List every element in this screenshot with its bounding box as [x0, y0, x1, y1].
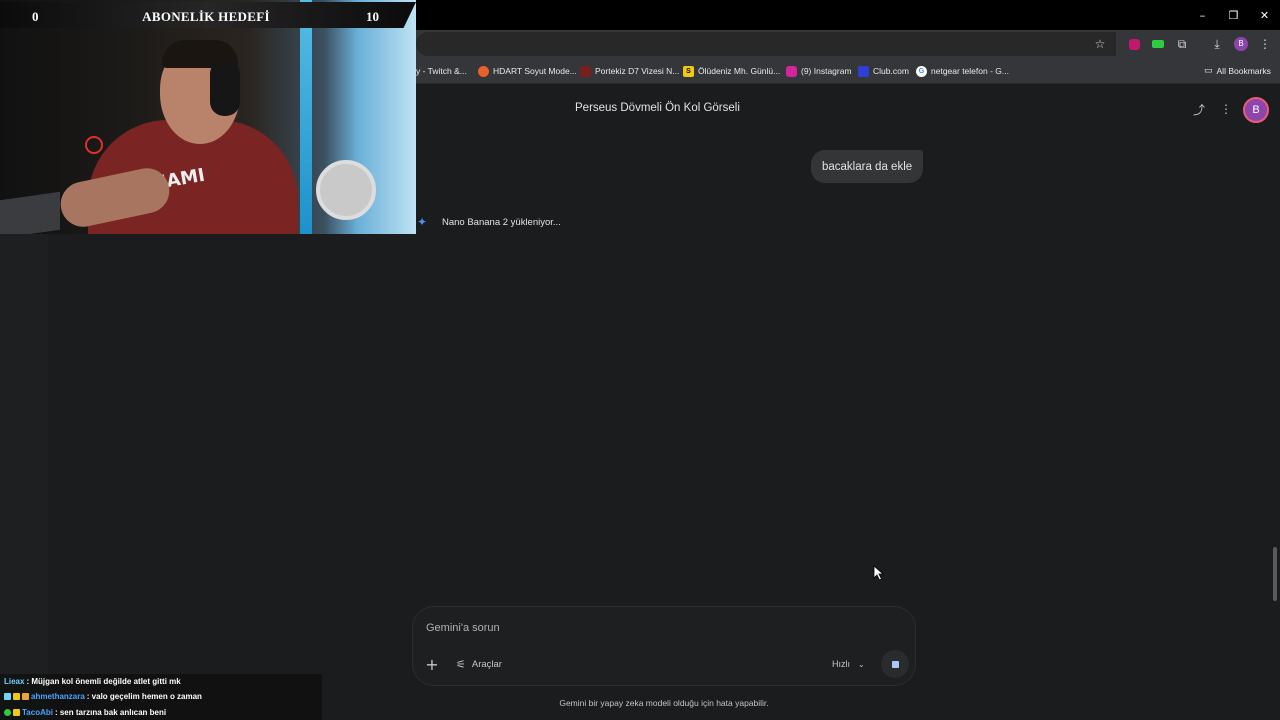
badge-icon	[4, 708, 11, 716]
scrollbar-thumb[interactable]	[1273, 547, 1277, 601]
stop-button[interactable]	[881, 650, 909, 678]
profile-avatar[interactable]: B	[1233, 36, 1249, 52]
bookmark-item[interactable]: Club.com	[858, 64, 909, 78]
prompt-input[interactable]	[426, 620, 886, 636]
chat-message: ahmethanzara : valo geçelim hemen o zama…	[4, 690, 202, 702]
badge-icon	[22, 692, 29, 700]
keyboard	[0, 191, 60, 234]
badge-icon	[13, 692, 20, 700]
s-icon: S	[683, 65, 694, 77]
download-icon[interactable]: ⤓	[1209, 36, 1225, 52]
model-selector[interactable]: Hızlı ⌄	[832, 655, 865, 673]
window-controls: – ❐ ✕	[1187, 0, 1280, 30]
model-loading: ✦ Nano Banana 2 yükleniyor...	[416, 214, 561, 230]
led-light	[300, 0, 312, 234]
account-avatar[interactable]: B	[1243, 97, 1269, 123]
extension-icon[interactable]	[1126, 36, 1142, 52]
goal-target: 10	[366, 9, 379, 24]
add-attachment-button[interactable]: +	[423, 654, 441, 674]
bookmark-item[interactable]: Portekiz D7 Vizesi N...	[580, 64, 679, 78]
chat-title: Perseus Dövmeli Ön Kol Görseli	[575, 102, 740, 114]
microphone-light	[85, 136, 103, 154]
gemini-spark-icon: ✦	[416, 215, 428, 229]
badge-icon	[4, 692, 11, 700]
model-label: Hızlı	[832, 659, 850, 669]
screen: { "browser": { "window_controls": { "min…	[0, 0, 1280, 720]
star-icon[interactable]: ☆	[1092, 36, 1108, 52]
chat-username: ahmethanzara	[31, 691, 85, 701]
chat-text: : valo geçelim hemen o zaman	[86, 691, 202, 701]
puzzle-icon[interactable]: ⧉	[1174, 36, 1190, 52]
headphones	[210, 60, 240, 116]
bookmark-label: Club.com	[873, 66, 909, 76]
chat-text: : Müjgan kol önemli değilde atlet gitti …	[26, 676, 181, 686]
chat-message: Lieax : Müjgan kol önemli değilde atlet …	[4, 675, 181, 687]
bookmark-label: y - Twitch &...	[416, 66, 467, 76]
bookmark-label: Ölüdeniz Mh. Günlü...	[698, 66, 781, 76]
webcam-overlay: MIAMI ABONELİK HEDEFİ 0 10	[0, 0, 416, 234]
bookmark-label: netgear telefon - G...	[931, 66, 1009, 76]
chat-text: : sen tarzına bak anlıcan beni	[54, 707, 167, 717]
bookmark-item[interactable]: S Ölüdeniz Mh. Günlü...	[683, 64, 780, 78]
bookmark-item[interactable]: HDART Soyut Mode...	[478, 64, 577, 78]
google-icon: G	[916, 65, 927, 77]
badge-icon	[13, 708, 20, 716]
goal-current: 0	[32, 9, 39, 24]
mouse-cursor-icon	[873, 565, 885, 581]
all-bookmarks-label: All Bookmarks	[1216, 66, 1271, 76]
close-button[interactable]: ✕	[1249, 0, 1280, 30]
sliders-icon: ⚟	[456, 657, 466, 671]
club-icon	[858, 65, 869, 77]
chat-message: TacoAbi : sen tarzına bak anlıcan beni	[4, 706, 166, 718]
all-bookmarks-button[interactable]: ▭ All Bookmarks	[1204, 64, 1271, 78]
plus-icon: +	[425, 654, 439, 674]
bookmark-item[interactable]: y - Twitch &...	[416, 64, 467, 78]
folder-icon: ▭	[1204, 66, 1213, 76]
share-icon[interactable]: ⤴	[1191, 101, 1207, 117]
bookmark-item[interactable]: (9) Instagram	[786, 64, 852, 78]
more-options-icon[interactable]: ⋮	[1218, 101, 1234, 117]
stop-icon	[891, 660, 899, 668]
minimize-button[interactable]: –	[1187, 0, 1218, 30]
portekiz-icon	[580, 65, 591, 77]
bookmark-label: HDART Soyut Mode...	[493, 66, 577, 76]
address-bar[interactable]	[416, 32, 1116, 56]
extension-icon[interactable]	[1150, 36, 1166, 52]
tools-button[interactable]: ⚟ Araçlar	[456, 655, 502, 673]
loading-text: Nano Banana 2 yükleniyor...	[442, 216, 561, 228]
menu-icon[interactable]: ⋮	[1257, 36, 1273, 52]
exercise-bike	[316, 160, 376, 220]
bookmark-label: (9) Instagram	[801, 66, 852, 76]
bookmark-item[interactable]: Gnetgear telefon - G...	[916, 64, 1009, 78]
chat-username: TacoAbi	[22, 707, 53, 717]
prompt-box	[412, 606, 916, 686]
goal-title: ABONELİK HEDEFİ	[142, 9, 270, 24]
chat-username: Lieax	[4, 676, 25, 686]
tools-label: Araçlar	[471, 658, 502, 670]
subscription-goal-bar: ABONELİK HEDEFİ 0 10	[0, 2, 416, 28]
hdart-icon	[478, 65, 489, 77]
user-message: bacaklara da ekle	[811, 150, 924, 183]
bookmark-label: Portekiz D7 Vizesi N...	[595, 66, 680, 76]
chevron-down-icon: ⌄	[858, 659, 865, 669]
instagram-icon	[786, 65, 797, 77]
restore-button[interactable]: ❐	[1218, 0, 1249, 30]
